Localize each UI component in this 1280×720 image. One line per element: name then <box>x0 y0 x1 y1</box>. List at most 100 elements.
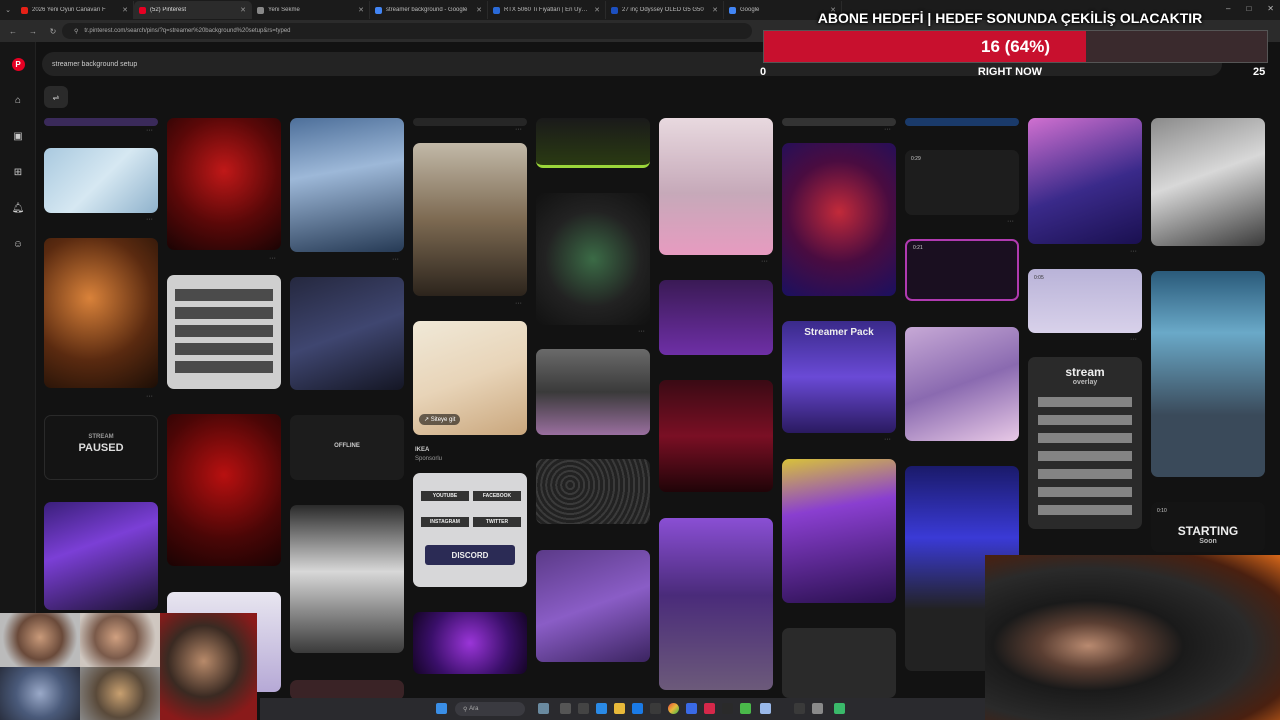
pin-card[interactable] <box>167 275 281 389</box>
pin-card[interactable]: 0:10 STARTING Soon <box>1151 502 1265 552</box>
pin-card[interactable]: 0:05 <box>1028 269 1142 333</box>
pin-card[interactable] <box>1151 118 1265 246</box>
taskbar-search[interactable]: ⚲ Ara <box>455 702 525 716</box>
pin-card[interactable] <box>536 550 650 662</box>
pin-card[interactable] <box>290 277 404 390</box>
pin-card[interactable]: ↗ Siteye git <box>413 321 527 435</box>
pin-card[interactable] <box>659 118 773 255</box>
more-options-icon[interactable]: ··· <box>146 127 153 134</box>
pin-card[interactable] <box>167 118 281 250</box>
more-options-icon[interactable]: ··· <box>638 328 645 335</box>
more-options-icon[interactable]: ··· <box>1007 218 1014 225</box>
pin-card[interactable]: OFFLINE <box>290 415 404 480</box>
explore-icon[interactable]: ▣ <box>11 129 25 143</box>
pin-card[interactable] <box>782 143 896 296</box>
pin-card[interactable] <box>167 414 281 566</box>
pin-card[interactable] <box>290 505 404 653</box>
back-icon[interactable]: ← <box>8 27 18 36</box>
pin-card[interactable] <box>413 143 527 296</box>
site-info-icon[interactable]: ⚲ <box>74 28 78 35</box>
more-options-icon[interactable]: ··· <box>146 393 153 400</box>
notifications-icon[interactable]: 🔔︎ <box>11 201 25 215</box>
tab-close-icon[interactable]: ✕ <box>476 6 482 14</box>
app-icon[interactable] <box>578 703 589 714</box>
task-view-icon[interactable] <box>560 703 571 714</box>
app-icon[interactable] <box>740 703 751 714</box>
more-options-icon[interactable]: ··· <box>884 126 891 133</box>
more-options-icon[interactable]: ··· <box>515 300 522 307</box>
browser-tab[interactable]: streamer background - Google ✕ <box>370 1 488 19</box>
store-icon[interactable] <box>650 703 661 714</box>
browser-tab[interactable]: 27 inç Odyssey OLED G5 G50 ✕ <box>606 1 724 19</box>
app-icon[interactable] <box>760 703 771 714</box>
app-icon[interactable] <box>834 703 845 714</box>
app-icon[interactable] <box>704 703 715 714</box>
pin-card[interactable]: YOUTUBE FACEBOOK INSTAGRAM TWITTER DISCO… <box>413 473 527 587</box>
browser-tab[interactable]: 2026 Yeni Oyun Canavarı F ✕ <box>16 1 134 19</box>
pin-card[interactable] <box>290 680 404 700</box>
pin-card[interactable] <box>536 459 650 524</box>
pin-card[interactable] <box>413 118 527 126</box>
app-icon[interactable] <box>686 703 697 714</box>
pin-card[interactable] <box>44 118 158 126</box>
copilot-icon[interactable] <box>596 703 607 714</box>
more-options-icon[interactable]: ··· <box>1130 248 1137 255</box>
pin-card[interactable]: 0:21 <box>905 239 1019 301</box>
messages-icon[interactable]: ☺ <box>11 237 25 251</box>
browser-tab[interactable]: Yeni Sekme ✕ <box>252 1 370 19</box>
pin-card[interactable] <box>290 118 404 252</box>
pin-card[interactable] <box>782 118 896 126</box>
app-icon[interactable] <box>812 703 823 714</box>
browser-tab[interactable]: RTX 5060 Ti Fiyatları | En Uygun ✕ <box>488 1 606 19</box>
tab-close-icon[interactable]: ✕ <box>712 6 718 14</box>
pin-card[interactable] <box>905 327 1019 441</box>
app-icon[interactable] <box>722 703 733 714</box>
pin-card[interactable] <box>1151 271 1265 477</box>
tab-list-icon[interactable]: ⌄ <box>0 6 16 14</box>
pinterest-logo[interactable]: P <box>11 57 25 71</box>
pin-card[interactable] <box>1028 118 1142 244</box>
more-options-icon[interactable]: ··· <box>269 255 276 262</box>
url-field[interactable]: ⚲ tr.pinterest.com/search/pins/?q=stream… <box>62 23 752 39</box>
pin-card[interactable] <box>536 193 650 325</box>
pin-card[interactable] <box>413 612 527 674</box>
tab-close-icon[interactable]: ✕ <box>358 6 364 14</box>
pin-card[interactable]: 0:29 <box>905 150 1019 215</box>
more-options-icon[interactable]: ··· <box>761 258 768 265</box>
more-options-icon[interactable]: ··· <box>515 126 522 133</box>
more-options-icon[interactable]: ··· <box>392 256 399 263</box>
pin-card[interactable] <box>44 148 158 213</box>
start-icon[interactable] <box>436 703 447 714</box>
pin-card[interactable] <box>659 280 773 355</box>
pin-card[interactable] <box>44 238 158 388</box>
pin-card[interactable] <box>659 380 773 492</box>
widgets-icon[interactable] <box>538 703 549 714</box>
pin-card[interactable] <box>659 518 773 690</box>
reload-icon[interactable]: ↻ <box>48 27 58 36</box>
pin-card[interactable] <box>536 349 650 435</box>
pin-card[interactable] <box>536 118 650 168</box>
edge-icon[interactable] <box>632 703 643 714</box>
tab-close-icon[interactable]: ✕ <box>240 6 246 14</box>
visit-site-button[interactable]: ↗ Siteye git <box>419 414 461 425</box>
forward-icon[interactable]: → <box>28 27 38 36</box>
browser-tab[interactable]: (52) Pinterest ✕ <box>134 1 252 19</box>
pin-card[interactable]: stream overlay <box>1028 357 1142 529</box>
create-icon[interactable]: ⊞ <box>11 165 25 179</box>
chrome-icon[interactable] <box>668 703 679 714</box>
filter-button[interactable]: ⇌ <box>44 86 68 108</box>
pin-card[interactable] <box>44 502 158 610</box>
home-icon[interactable]: ⌂ <box>11 93 25 107</box>
pin-card[interactable] <box>782 459 896 603</box>
pin-card[interactable]: STREAM PAUSED <box>44 415 158 480</box>
file-explorer-icon[interactable] <box>614 703 625 714</box>
pin-card[interactable] <box>782 628 896 698</box>
app-icon[interactable] <box>794 703 805 714</box>
pin-card[interactable] <box>905 118 1019 126</box>
more-options-icon[interactable]: ··· <box>884 436 891 443</box>
more-options-icon[interactable]: ··· <box>146 216 153 223</box>
tab-close-icon[interactable]: ✕ <box>594 6 600 14</box>
pin-card[interactable]: Streamer Pack <box>782 321 896 433</box>
more-options-icon[interactable]: ··· <box>1130 336 1137 343</box>
tab-close-icon[interactable]: ✕ <box>122 6 128 14</box>
